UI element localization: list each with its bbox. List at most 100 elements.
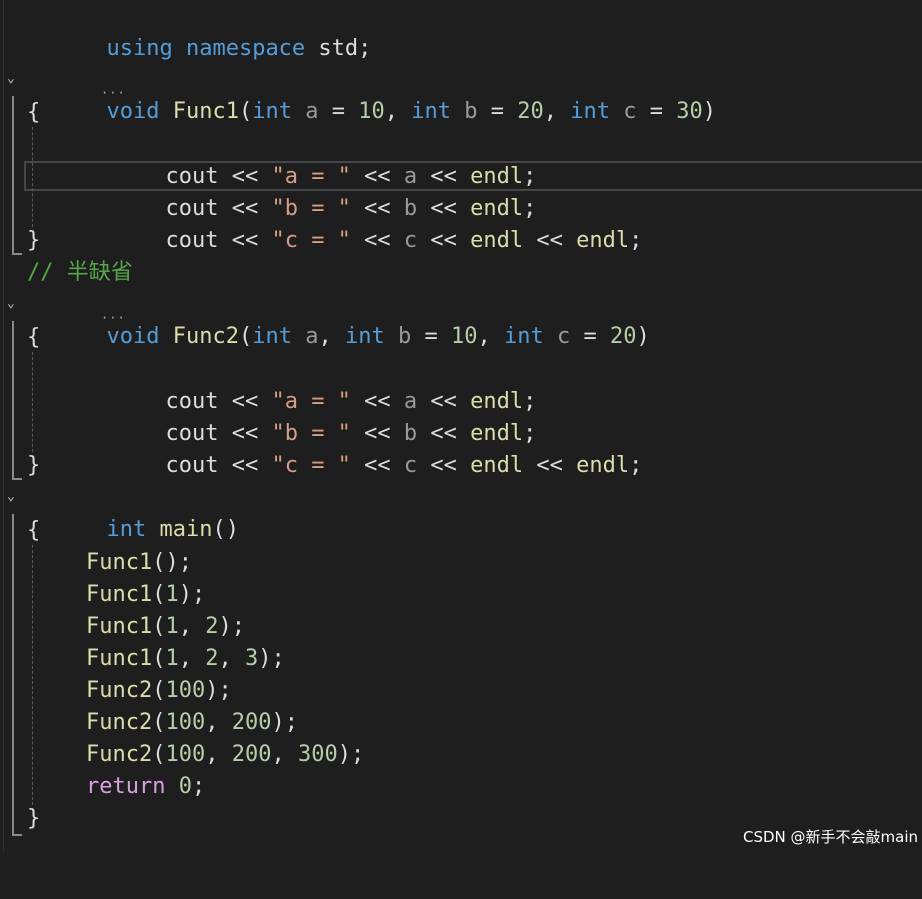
token-brace: }	[27, 806, 41, 831]
token-number: 30	[676, 99, 703, 124]
token-punct: (	[152, 614, 166, 639]
token-punct: (	[152, 582, 166, 607]
token-op: =	[318, 99, 359, 124]
token-keyword: int	[411, 99, 451, 124]
outline-guide	[12, 96, 14, 253]
token-op: =	[570, 324, 610, 349]
token-punct: ,	[205, 710, 232, 735]
token-number: 1	[165, 646, 179, 671]
token-number: 100	[165, 678, 206, 703]
code-line-brace-close[interactable]: }	[0, 225, 53, 257]
token-function: main	[159, 517, 213, 542]
token-keyword: int	[344, 324, 385, 349]
quick-action-dots[interactable]: ···	[101, 86, 126, 100]
token-ident: cout	[165, 453, 219, 478]
code-line-brace-open[interactable]: {	[0, 97, 53, 129]
token-number: 20	[609, 324, 637, 349]
code-line-func2-signature[interactable]: ⌄ void Func2(int a, int b = 10, int c = …	[0, 289, 650, 349]
token-param: c	[403, 453, 418, 478]
token-punct: ,	[271, 742, 298, 767]
comment-text: // 半缺省	[27, 260, 133, 285]
code-line-func1-signature[interactable]: ⌄ void Func1(int a = 10, int b = 20, int…	[0, 64, 716, 124]
code-line-brace-close[interactable]: }	[0, 450, 53, 482]
token-string: "c = "	[271, 453, 351, 478]
token-punct: ,	[218, 646, 245, 671]
token-keyword: int	[106, 517, 147, 542]
token-number: 1	[165, 582, 179, 607]
chevron-down-icon[interactable]: ⌄	[7, 72, 18, 85]
code-line-call[interactable]: Func2(100, 200, 300);	[0, 739, 364, 771]
token-punct: ,	[178, 646, 206, 671]
token-function: Func1	[86, 646, 153, 671]
token-punct: );	[218, 614, 245, 639]
watermark-text: CSDN @新手不会敲main	[742, 828, 918, 846]
token-keyword: int	[570, 99, 610, 124]
code-line-call[interactable]: Func1(1);	[0, 579, 205, 611]
code-line-call[interactable]: Func1(1, 2, 3);	[0, 643, 285, 675]
code-line-cout-c[interactable]: cout << "c = " << c << endl << endl;	[0, 418, 642, 478]
token-function: endl	[470, 228, 524, 253]
chevron-down-icon[interactable]: ⌄	[7, 490, 18, 503]
token-punct: ();	[152, 550, 192, 575]
token-op: <<	[350, 228, 404, 253]
token-brace: }	[27, 228, 41, 253]
token-number: 0	[178, 774, 192, 799]
code-line-cout-a[interactable]: cout << "a = " << a << endl;	[0, 354, 536, 414]
token-punct: (	[152, 742, 166, 767]
token-function: Func1	[86, 550, 153, 575]
code-line-cout-b[interactable]: cout << "b = " << b << endl;	[0, 386, 536, 446]
code-editor[interactable]: using namespace std; ⌄ void Func1(int a …	[0, 0, 922, 853]
code-line-brace-open[interactable]: {	[0, 322, 53, 354]
token-param: c	[623, 99, 637, 124]
code-line-call[interactable]: Func2(100);	[0, 675, 232, 707]
outline-guide	[12, 321, 14, 478]
code-line-main-signature[interactable]: ⌄ int main()	[0, 482, 239, 542]
token-number: 20	[517, 99, 544, 124]
indent-guide	[32, 545, 33, 805]
code-line-cout-b[interactable]: cout << "b = " << b << endl;	[0, 161, 536, 221]
token-brace: {	[27, 518, 41, 543]
token-keyword: using	[106, 36, 173, 61]
code-line-brace-open[interactable]: {	[0, 515, 53, 547]
token-punct: (	[152, 678, 166, 703]
token-function: endl	[576, 228, 630, 253]
token-keyword: namespace	[185, 36, 306, 61]
code-line-call[interactable]: Func2(100, 200);	[0, 707, 298, 739]
code-line-call[interactable]: Func1(1, 2);	[0, 611, 245, 643]
code-line-call[interactable]: Func1();	[0, 547, 192, 579]
token-punct: ,	[477, 324, 504, 349]
token-keyword: return	[86, 774, 166, 799]
token-punct: )	[702, 99, 716, 124]
code-line-cout-c[interactable]: cout << "c = " << c << endl << endl;	[0, 193, 642, 253]
token-number: 1	[165, 614, 179, 639]
token-param: b	[397, 324, 412, 349]
code-line-return[interactable]: return 0;	[0, 771, 205, 803]
code-line-using[interactable]: using namespace std;	[0, 1, 371, 61]
token-function: Func2	[86, 742, 153, 767]
token-number: 300	[297, 742, 338, 767]
token-brace: {	[27, 100, 41, 125]
chevron-down-icon[interactable]: ⌄	[7, 297, 18, 310]
token-param: a	[305, 99, 319, 124]
token-function: Func1	[86, 582, 153, 607]
outline-guide-end	[12, 478, 22, 480]
code-line-brace-close[interactable]: }	[0, 803, 53, 835]
code-line-cout-a[interactable]: cout << "a = " << a << endl;	[0, 129, 536, 189]
token-punct: (	[238, 99, 253, 124]
outline-guide-end	[12, 834, 22, 836]
token-op: <<	[417, 228, 471, 253]
token-keyword: void	[106, 99, 160, 124]
code-line-comment[interactable]: // 半缺省	[0, 257, 133, 289]
quick-action-dots[interactable]: ···	[101, 311, 126, 325]
token-punct: ,	[178, 614, 206, 639]
token-keyword: void	[106, 324, 160, 349]
